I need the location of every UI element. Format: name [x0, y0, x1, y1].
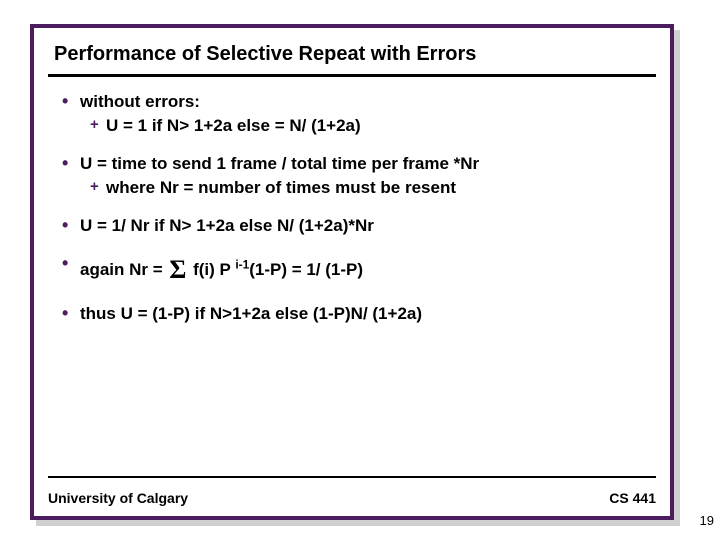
bullet-4-sup: i-1	[235, 258, 249, 272]
sub-1: + U = 1 if N> 1+2a else = N/ (1+2a)	[62, 115, 656, 137]
bullet-1: • without errors:	[62, 91, 656, 113]
plus-icon: +	[90, 115, 106, 135]
bullet-4-text: again Nr = Σ f(i) P i-1(1-P) = 1/ (1-P)	[80, 253, 656, 287]
bullet-4: • again Nr = Σ f(i) P i-1(1-P) = 1/ (1-P…	[62, 253, 656, 287]
footer-left: University of Calgary	[48, 490, 188, 506]
plus-icon: +	[90, 177, 106, 197]
sub-2: + where Nr = number of times must be res…	[62, 177, 656, 199]
slide-content: • without errors: + U = 1 if N> 1+2a els…	[34, 77, 670, 325]
bullet-dot-icon: •	[62, 91, 80, 113]
footer-right: CS 441	[609, 490, 656, 506]
bullet-2: • U = time to send 1 frame / total time …	[62, 153, 656, 175]
bullet-4-b: f(i) P	[188, 260, 235, 279]
bullet-5-text: thus U = (1-P) if N>1+2a else (1-P)N/ (1…	[80, 303, 656, 325]
sigma-icon: Σ	[167, 255, 188, 284]
bullet-4-a: again Nr =	[80, 260, 167, 279]
bullet-dot-icon: •	[62, 253, 80, 275]
bullet-3: • U = 1/ Nr if N> 1+2a else N/ (1+2a)*Nr	[62, 215, 656, 237]
bullet-dot-icon: •	[62, 215, 80, 237]
footer-rule	[48, 476, 656, 478]
slide-border: Performance of Selective Repeat with Err…	[30, 24, 674, 520]
slide-footer: University of Calgary CS 441	[48, 490, 656, 506]
sub-1-text: U = 1 if N> 1+2a else = N/ (1+2a)	[106, 115, 656, 137]
slide-inner: Performance of Selective Repeat with Err…	[34, 28, 670, 516]
slide-container: Performance of Selective Repeat with Err…	[30, 24, 674, 520]
bullet-4-c: (1-P) = 1/ (1-P)	[249, 260, 363, 279]
bullet-dot-icon: •	[62, 303, 80, 325]
bullet-3-text: U = 1/ Nr if N> 1+2a else N/ (1+2a)*Nr	[80, 215, 656, 237]
bullet-2-text: U = time to send 1 frame / total time pe…	[80, 153, 656, 175]
sub-2-text: where Nr = number of times must be resen…	[106, 177, 656, 199]
page-number: 19	[700, 513, 714, 528]
bullet-dot-icon: •	[62, 153, 80, 175]
bullet-5: • thus U = (1-P) if N>1+2a else (1-P)N/ …	[62, 303, 656, 325]
slide-title: Performance of Selective Repeat with Err…	[34, 28, 670, 74]
bullet-1-text: without errors:	[80, 91, 656, 113]
